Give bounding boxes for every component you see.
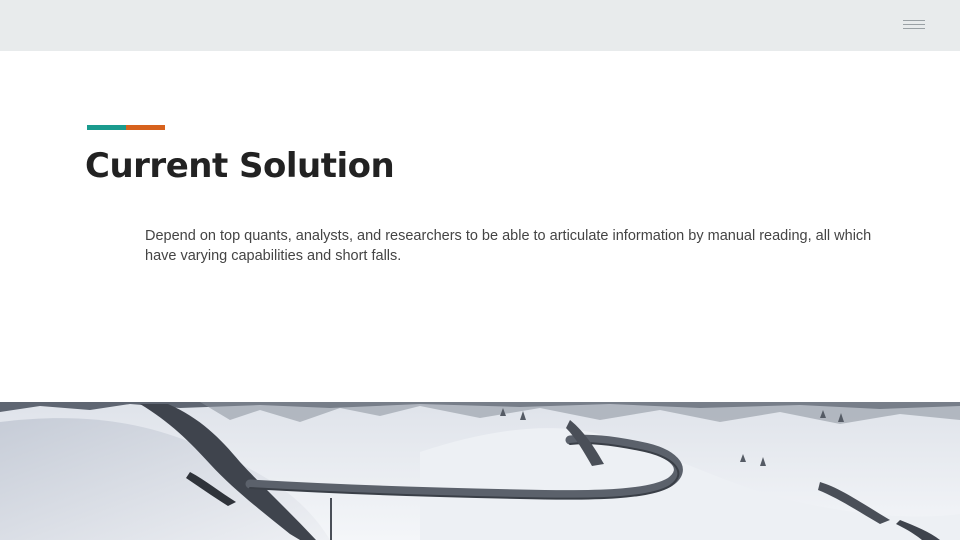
title-accent-bar <box>87 125 165 130</box>
accent-orange <box>126 125 165 130</box>
top-bar <box>0 0 960 51</box>
snowy-mountain-road-photo <box>0 402 960 540</box>
accent-teal <box>87 125 126 130</box>
slide-body-text: Depend on top quants, analysts, and rese… <box>145 228 872 264</box>
slide-title: Current Solution <box>85 146 395 186</box>
hamburger-menu-icon[interactable] <box>903 20 925 32</box>
